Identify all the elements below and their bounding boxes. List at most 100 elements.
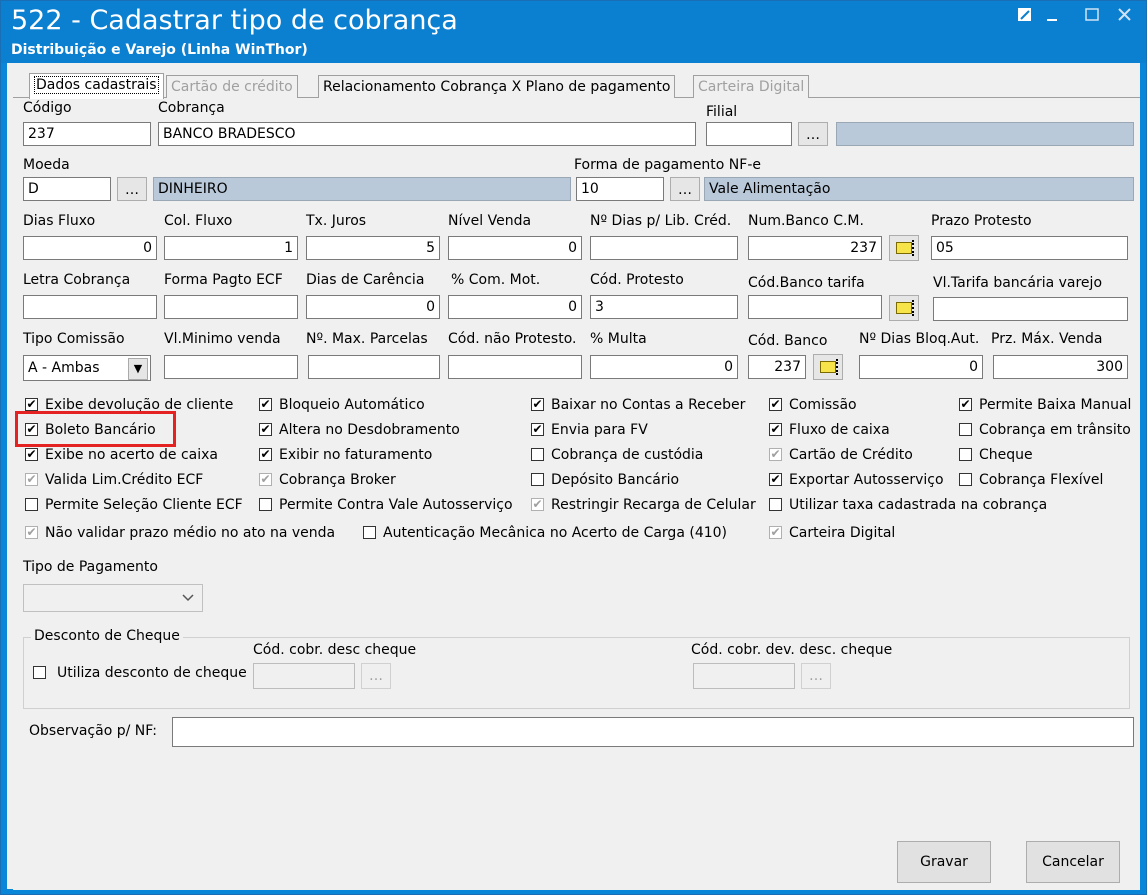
codigo-field[interactable]: 237 xyxy=(23,122,151,146)
dias-lib-cred-field[interactable] xyxy=(590,236,738,260)
checkbox-box[interactable] xyxy=(531,473,544,486)
prz-max-field[interactable]: 300 xyxy=(993,355,1128,379)
checkbox-box: ✔ xyxy=(769,525,782,539)
checkbox-box[interactable] xyxy=(25,498,38,511)
prazo-protesto-field[interactable]: 05 xyxy=(931,236,1128,260)
chevron-down-icon[interactable] xyxy=(182,594,194,602)
dias-fluxo-field[interactable]: 0 xyxy=(23,236,157,260)
nivel-venda-field[interactable]: 0 xyxy=(448,236,582,260)
cancel-button[interactable]: Cancelar xyxy=(1026,841,1120,883)
num-banco-cm-lookup-icon[interactable] xyxy=(889,235,919,261)
close-icon[interactable] xyxy=(1117,7,1139,27)
checkbox-box[interactable]: ✔ xyxy=(259,423,272,436)
forma-nfe-search-button[interactable]: … xyxy=(670,177,700,201)
desconto-cheque-title: Desconto de Cheque xyxy=(31,628,183,644)
forma-nfe-field[interactable]: 10 xyxy=(576,177,664,201)
checkbox-box[interactable]: ✔ xyxy=(769,398,782,411)
cod-banco-lookup-icon[interactable] xyxy=(813,354,843,380)
cod-banco-tarifa-lookup-icon[interactable] xyxy=(889,295,919,321)
checkbox-box[interactable]: ✔ xyxy=(25,398,38,411)
cod-banco-field[interactable]: 237 xyxy=(748,355,806,379)
checkbox-box[interactable]: ✔ xyxy=(259,448,272,461)
cobranca-field[interactable]: BANCO BRADESCO xyxy=(158,122,696,146)
checkbox-box[interactable]: ✔ xyxy=(769,423,782,436)
forma-pagto-ecf-label: Forma Pagto ECF xyxy=(164,272,283,288)
save-button[interactable]: Gravar xyxy=(897,841,991,883)
minimize-icon[interactable] xyxy=(1045,7,1067,27)
checkbox-box[interactable] xyxy=(959,448,972,461)
window-subtitle: Distribuição e Varejo (Linha WinThor) xyxy=(11,42,308,58)
cod-desc-cheque-label: Cód. cobr. desc cheque xyxy=(253,642,417,658)
checkbox-box[interactable] xyxy=(959,473,972,486)
checkbox-box: ✔ xyxy=(769,447,782,461)
checkbox-box[interactable]: ✔ xyxy=(259,398,272,411)
filial-field[interactable] xyxy=(706,122,792,146)
checkbox-box[interactable]: ✔ xyxy=(769,473,782,486)
cod-banco-tarifa-field[interactable] xyxy=(748,295,882,319)
checkbox-box[interactable]: ✔ xyxy=(959,398,972,411)
forma-nfe-label: Forma de pagamento NF-e xyxy=(574,157,761,173)
tipo-pagamento-label: Tipo de Pagamento xyxy=(23,559,158,575)
maximize-icon[interactable] xyxy=(1085,7,1107,27)
checkbox-box: ✔ xyxy=(25,525,38,539)
checkbox-box[interactable] xyxy=(259,498,272,511)
dias-lib-cred-label: Nº Dias p/ Lib. Créd. xyxy=(590,213,732,229)
cod-desc-cheque-search-button: … xyxy=(361,663,391,689)
tipo-pagamento-select[interactable] xyxy=(23,584,203,612)
tx-juros-label: Tx. Juros xyxy=(306,213,367,229)
checkbox-box[interactable] xyxy=(769,498,782,511)
dias-bloq-label: Nº Dias Bloq.Aut. xyxy=(859,331,980,347)
chevron-down-icon[interactable]: ▼ xyxy=(128,358,148,380)
dias-bloq-field[interactable]: 0 xyxy=(859,355,983,379)
cod-dev-cheque-search-button: … xyxy=(801,663,831,689)
tab-dados-cadastrais[interactable]: Dados cadastrais xyxy=(29,73,164,99)
checkbox-box[interactable] xyxy=(531,448,544,461)
tipo-comissao-select[interactable]: A - Ambas ▼ xyxy=(23,355,151,381)
cod-protesto-field[interactable]: 3 xyxy=(590,295,738,319)
observacao-field[interactable] xyxy=(172,717,1134,747)
cod-nao-protesto-field[interactable] xyxy=(448,355,582,379)
num-banco-cm-field[interactable]: 237 xyxy=(748,236,882,260)
col-fluxo-label: Col. Fluxo xyxy=(164,213,233,229)
cod-desc-cheque-field xyxy=(253,663,355,689)
prazo-protesto-label: Prazo Protesto xyxy=(931,213,1032,229)
com-mot-field[interactable]: 0 xyxy=(448,295,582,319)
prz-max-label: Prz. Máx. Venda xyxy=(991,331,1103,347)
forma-nfe-desc: Vale Alimentação xyxy=(704,177,1134,201)
checkbox-box[interactable] xyxy=(363,526,376,539)
forma-pagto-ecf-field[interactable] xyxy=(164,295,298,319)
tab-relacionamento[interactable]: Relacionamento Cobrança X Plano de pagam… xyxy=(318,75,676,98)
cod-banco-tarifa-label: Cód.Banco tarifa xyxy=(748,275,865,291)
filial-desc xyxy=(836,122,1134,146)
max-parcelas-field[interactable] xyxy=(308,355,440,379)
cobranca-label: Cobrança xyxy=(158,100,225,116)
restore-icon[interactable] xyxy=(1017,7,1039,27)
num-banco-cm-label: Num.Banco C.M. xyxy=(748,213,864,229)
vl-minimo-field[interactable] xyxy=(164,355,298,379)
tipo-comissao-label: Tipo Comissão xyxy=(23,331,125,347)
checkbox-box[interactable]: ✔ xyxy=(531,398,544,411)
multa-field[interactable]: 0 xyxy=(590,355,738,379)
vl-tarifa-field[interactable] xyxy=(933,297,1128,321)
checkbox-box[interactable]: ✔ xyxy=(531,423,544,436)
tipo-comissao-value: A - Ambas xyxy=(28,360,100,376)
checkbox-box[interactable]: ✔ xyxy=(25,448,38,461)
filial-search-button[interactable]: … xyxy=(798,122,828,146)
cod-banco-label: Cód. Banco xyxy=(748,333,828,349)
window-title: 522 - Cadastrar tipo de cobrança xyxy=(11,5,458,36)
checkbox-box: ✔ xyxy=(259,472,272,486)
vl-tarifa-label: Vl.Tarifa bancária varejo xyxy=(933,275,1103,291)
codigo-label: Código xyxy=(23,100,72,116)
moeda-search-button[interactable]: … xyxy=(117,177,147,201)
col-fluxo-field[interactable]: 1 xyxy=(164,236,298,260)
tab-carteira-digital: Carteira Digital xyxy=(693,75,810,98)
dias-carencia-field[interactable]: 0 xyxy=(306,295,440,319)
vl-minimo-label: Vl.Minimo venda xyxy=(164,331,281,347)
letra-cobranca-field[interactable] xyxy=(23,295,157,319)
tx-juros-field[interactable]: 5 xyxy=(306,236,440,260)
letra-cobranca-label: Letra Cobrança xyxy=(23,272,131,288)
checkbox-box[interactable] xyxy=(33,666,46,679)
moeda-field[interactable]: D xyxy=(23,177,111,201)
cod-protesto-label: Cód. Protesto xyxy=(590,272,684,288)
checkbox-box[interactable] xyxy=(959,423,972,436)
